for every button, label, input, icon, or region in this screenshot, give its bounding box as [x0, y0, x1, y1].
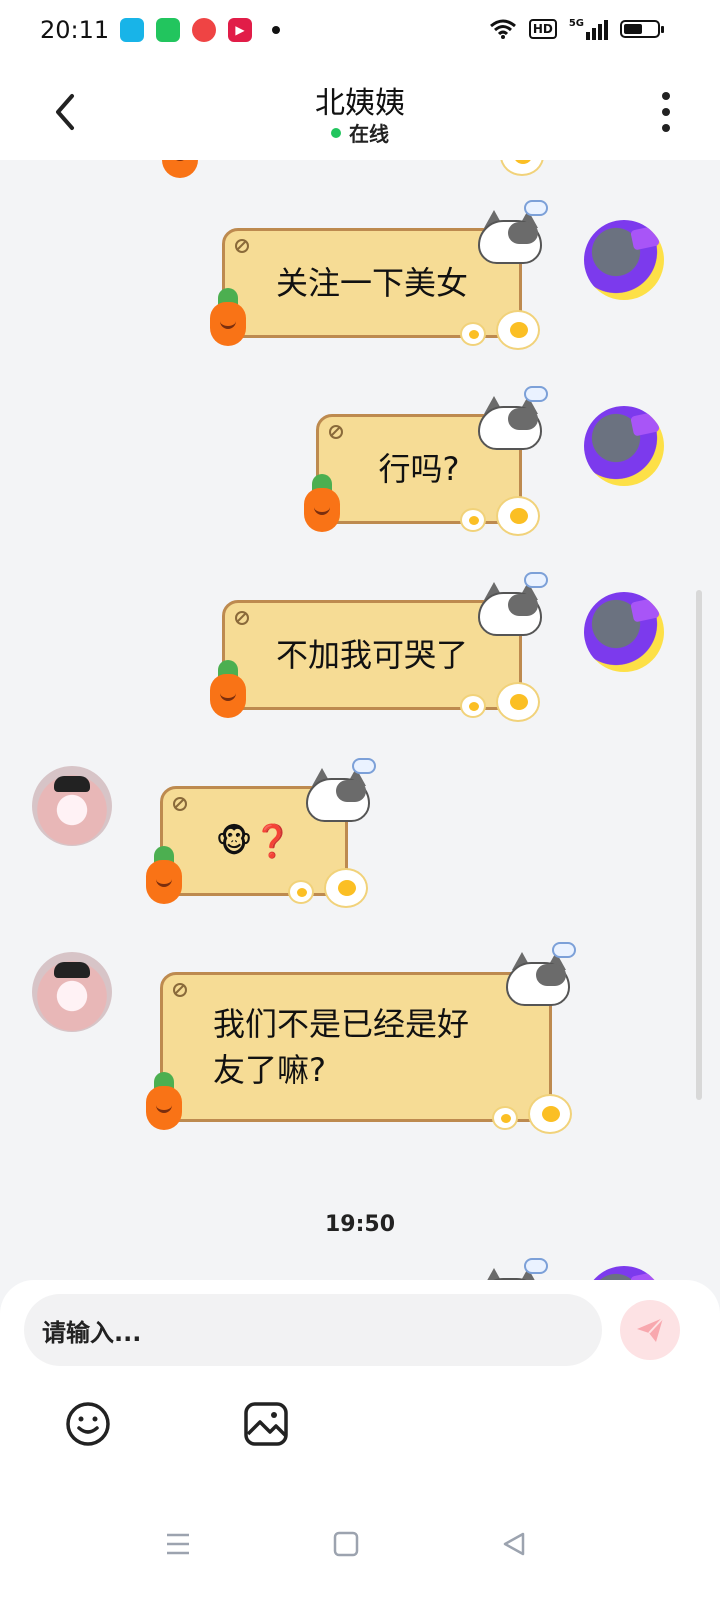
cat-sticker-icon [478, 386, 548, 450]
message-text: 🐵❓ [215, 822, 293, 860]
contact-name: 北姨姨 [315, 86, 405, 121]
egg-sticker-icon [460, 508, 486, 532]
app-icon-2 [156, 18, 180, 42]
app-icon-1 [120, 18, 144, 42]
status-app-icons: ▶ [120, 18, 280, 42]
message-list[interactable]: 关注一下美女 行吗? 不加我可哭了 🐵❓ 我们不是已经是好友了嘛? 19:50 [0, 160, 720, 1280]
app-icon-3 [192, 18, 216, 42]
input-placeholder: 请输入... [42, 1318, 142, 1347]
egg-sticker-icon [324, 868, 368, 908]
more-dot-icon [662, 108, 670, 116]
carrot-sticker-icon [160, 160, 200, 178]
send-button[interactable] [620, 1300, 680, 1360]
pin-icon [173, 797, 187, 811]
wifi-icon [489, 19, 516, 39]
notification-dot [272, 26, 280, 34]
more-dot-icon [662, 92, 670, 100]
pin-icon [235, 239, 249, 253]
scrollbar[interactable] [696, 590, 702, 1100]
pin-icon [329, 425, 343, 439]
message-input[interactable]: 请输入... [24, 1294, 602, 1366]
chat-header: 北姨姨 在线 [0, 64, 720, 160]
my-avatar[interactable] [584, 1266, 664, 1280]
online-status: 在线 [0, 118, 720, 147]
my-avatar[interactable] [584, 406, 664, 486]
status-bar: 20:11 ▶ HD 5G [0, 0, 720, 64]
cat-sticker-icon [478, 1258, 548, 1280]
pin-icon [235, 611, 249, 625]
menu-icon [167, 1533, 189, 1555]
message-timestamp: 19:50 [324, 1212, 396, 1237]
message-bubble[interactable]: 关注一下美女 [222, 228, 522, 338]
battery-icon [620, 20, 664, 38]
cat-sticker-icon [478, 572, 548, 636]
image-button[interactable] [242, 1400, 290, 1448]
app-icon-4: ▶ [228, 18, 252, 42]
cat-sticker-icon [478, 200, 548, 264]
cat-sticker-icon [506, 942, 576, 1006]
egg-sticker-icon [500, 160, 544, 176]
home-icon [333, 1531, 359, 1557]
battery-level [624, 24, 642, 34]
message-text: 我们不是已经是好友了嘛? [213, 1005, 470, 1089]
system-back-button[interactable] [490, 1520, 538, 1568]
message-text: 行吗? [378, 450, 460, 488]
network-label: 5G [568, 18, 584, 29]
more-dot-icon [662, 124, 670, 132]
menu-button[interactable] [154, 1520, 202, 1568]
carrot-sticker-icon [144, 846, 184, 904]
online-dot-icon [331, 127, 341, 138]
carrot-sticker-icon [302, 474, 342, 532]
pin-icon [173, 983, 187, 997]
5g-signal-icon: 5G [569, 18, 608, 40]
emoji-button[interactable] [64, 1400, 112, 1448]
carrot-sticker-icon [144, 1072, 184, 1130]
egg-sticker-icon [496, 682, 540, 722]
egg-sticker-icon [528, 1094, 572, 1134]
system-nav-bar [0, 1490, 720, 1600]
egg-sticker-icon [496, 310, 540, 350]
my-avatar[interactable] [584, 592, 664, 672]
egg-sticker-icon [460, 322, 486, 346]
status-indicators: HD 5G [489, 18, 664, 40]
status-time: 20:11 [40, 16, 110, 44]
message-bubble[interactable]: 我们不是已经是好友了嘛? [160, 972, 552, 1122]
egg-sticker-icon [496, 496, 540, 536]
emoji-icon [66, 1402, 110, 1446]
message-text: 关注一下美女 [275, 264, 468, 302]
more-options-button[interactable] [654, 92, 678, 132]
cat-sticker-icon [306, 758, 376, 822]
egg-sticker-icon [288, 880, 314, 904]
egg-sticker-icon [460, 694, 486, 718]
message-text: 不加我可哭了 [275, 636, 468, 674]
egg-sticker-icon [492, 1106, 518, 1130]
carrot-sticker-icon [208, 660, 248, 718]
send-icon [637, 1317, 664, 1342]
carrot-sticker-icon [208, 288, 248, 346]
back-triangle-icon [503, 1532, 525, 1556]
message-bubble[interactable]: 不加我可哭了 [222, 600, 522, 710]
hd-icon: HD [528, 19, 557, 39]
home-button[interactable] [322, 1520, 370, 1568]
image-icon [244, 1402, 288, 1446]
online-status-text: 在线 [349, 122, 389, 146]
my-avatar[interactable] [584, 220, 664, 300]
contact-avatar[interactable] [32, 766, 112, 846]
contact-avatar[interactable] [32, 952, 112, 1032]
